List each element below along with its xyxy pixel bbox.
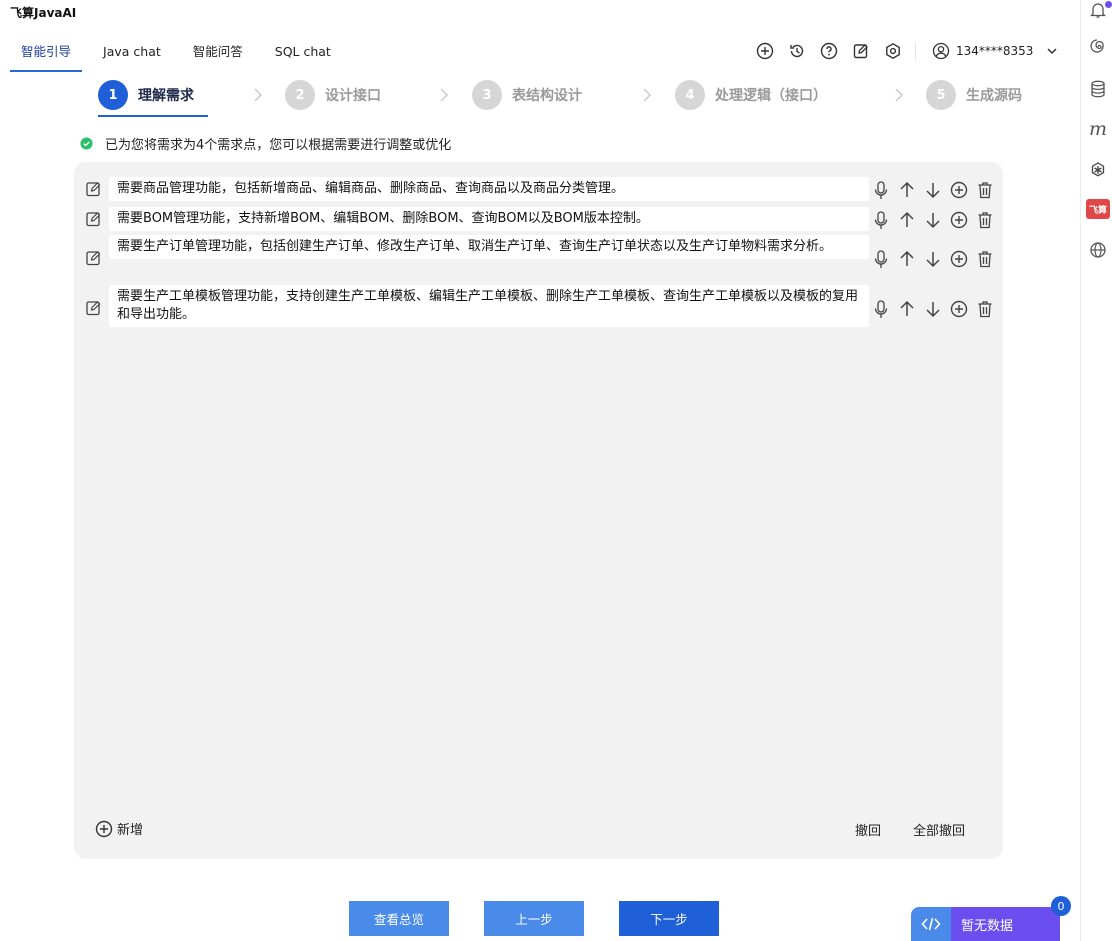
step-label: 处理逻辑（接口） <box>715 88 827 104</box>
main-window: 飞算JavaAI 智能引导 Java chat 智能问答 SQL chat 13… <box>0 0 1080 941</box>
step-number: 2 <box>285 80 315 110</box>
chevron-right-icon <box>254 88 262 102</box>
markdown-icon[interactable]: m <box>1088 118 1108 140</box>
add-circle-icon[interactable] <box>949 180 969 200</box>
step-label: 生成源码 <box>966 88 1022 104</box>
requirement-item: 需要商品管理功能，包括新增商品、编辑商品、删除商品、查询商品以及商品分类管理。 <box>74 177 1003 203</box>
edit-icon[interactable] <box>85 299 103 317</box>
tab-bar: 智能引导 Java chat 智能问答 SQL chat <box>10 36 352 72</box>
step-number: 4 <box>675 80 705 110</box>
history-icon[interactable] <box>787 41 807 61</box>
right-rail: m 飞算 <box>1080 0 1112 941</box>
arrow-down-icon[interactable] <box>923 249 943 269</box>
user-menu[interactable]: 134****8353 <box>932 42 1059 60</box>
code-float-button[interactable] <box>911 907 951 941</box>
requirement-item: 需要生产订单管理功能，包括创建生产订单、修改生产订单、取消生产订单、查询生产订单… <box>74 235 1003 281</box>
edit-icon[interactable] <box>85 210 103 228</box>
microphone-icon[interactable] <box>871 299 891 319</box>
step-3[interactable]: 3 表结构设计 <box>472 80 582 110</box>
active-step-underline <box>98 115 208 117</box>
help-icon[interactable] <box>819 41 839 61</box>
requirement-text[interactable]: 需要生产订单管理功能，包括创建生产订单、修改生产订单、取消生产订单、查询生产订单… <box>109 235 869 259</box>
delete-icon[interactable] <box>975 249 995 269</box>
toolbar: 134****8353 <box>755 41 1059 61</box>
tab-smart-guide[interactable]: 智能引导 <box>10 36 83 72</box>
arrow-up-icon[interactable] <box>897 299 917 319</box>
add-circle-icon[interactable] <box>755 41 775 61</box>
notice-text: 已为您将需求为4个需求点，您可以根据需要进行调整或优化 <box>105 138 452 153</box>
database-icon[interactable] <box>1088 79 1108 99</box>
openai-icon[interactable] <box>1088 160 1108 180</box>
arrow-down-icon[interactable] <box>923 180 943 200</box>
step-4[interactable]: 4 处理逻辑（接口） <box>675 80 827 110</box>
step-5[interactable]: 5 生成源码 <box>926 80 1022 110</box>
chevron-right-icon <box>440 88 448 102</box>
requirement-text[interactable]: 需要BOM管理功能，支持新增BOM、编辑BOM、删除BOM、查询BOM以及BOM… <box>109 207 869 231</box>
settings-icon[interactable] <box>883 41 903 61</box>
step-number: 1 <box>98 80 128 110</box>
requirement-item: 需要生产工单模板管理功能，支持创建生产工单模板、编辑生产工单模板、删除生产工单模… <box>74 285 1003 331</box>
user-phone: 134****8353 <box>956 44 1034 58</box>
next-step-button[interactable]: 下一步 <box>619 901 719 936</box>
microphone-icon[interactable] <box>871 180 891 200</box>
requirement-text[interactable]: 需要商品管理功能，包括新增商品、编辑商品、删除商品、查询商品以及商品分类管理。 <box>109 177 869 201</box>
arrow-up-icon[interactable] <box>897 249 917 269</box>
step-label: 设计接口 <box>325 88 381 104</box>
app-title: 飞算JavaAI <box>10 6 77 20</box>
requirement-text[interactable]: 需要生产工单模板管理功能，支持创建生产工单模板、编辑生产工单模板、删除生产工单模… <box>109 285 869 327</box>
requirements-panel: 需要商品管理功能，包括新增商品、编辑商品、删除商品、查询商品以及商品分类管理。 … <box>74 162 1003 859</box>
delete-icon[interactable] <box>975 210 995 230</box>
globe-icon[interactable] <box>1088 240 1108 260</box>
user-icon <box>932 42 950 60</box>
overview-button[interactable]: 查看总览 <box>349 901 449 936</box>
arrow-down-icon[interactable] <box>923 299 943 319</box>
chevron-right-icon <box>895 88 903 102</box>
arrow-up-icon[interactable] <box>897 210 917 230</box>
requirement-actions <box>871 249 1001 269</box>
edit-icon[interactable] <box>85 249 103 267</box>
tab-java-chat[interactable]: Java chat <box>92 36 172 72</box>
step-1[interactable]: 1 理解需求 <box>98 80 194 110</box>
add-circle-icon[interactable] <box>949 299 969 319</box>
chevron-down-icon <box>1047 48 1057 55</box>
add-circle-icon[interactable] <box>949 249 969 269</box>
step-label: 表结构设计 <box>512 88 582 104</box>
check-circle-icon <box>80 137 93 150</box>
step-indicator: 1 理解需求 2 设计接口 3 表结构设计 4 处理逻辑（接口） 5 生成源码 <box>0 72 1080 122</box>
add-circle-icon[interactable] <box>949 210 969 230</box>
step-number: 5 <box>926 80 956 110</box>
data-float-button[interactable]: 暂无数据 <box>951 907 1060 941</box>
count-badge: 0 <box>1051 896 1071 916</box>
requirement-actions <box>871 180 1001 200</box>
spiral-icon[interactable] <box>1088 37 1108 57</box>
tab-sql-chat[interactable]: SQL chat <box>264 36 342 72</box>
arrow-up-icon[interactable] <box>897 180 917 200</box>
undo-all-button[interactable]: 全部撤回 <box>913 820 965 839</box>
add-circle-icon <box>95 820 113 837</box>
delete-icon[interactable] <box>975 180 995 200</box>
requirement-actions <box>871 210 1001 230</box>
delete-icon[interactable] <box>975 299 995 319</box>
requirement-actions <box>871 299 1001 319</box>
step-number: 3 <box>472 80 502 110</box>
edit-icon[interactable] <box>85 180 103 198</box>
edit-icon[interactable] <box>851 41 871 61</box>
requirement-item: 需要BOM管理功能，支持新增BOM、编辑BOM、删除BOM、查询BOM以及BOM… <box>74 207 1003 233</box>
step-2[interactable]: 2 设计接口 <box>285 80 381 110</box>
step-label: 理解需求 <box>138 88 194 104</box>
code-icon <box>921 917 941 931</box>
undo-button[interactable]: 撤回 <box>855 820 881 839</box>
arrow-down-icon[interactable] <box>923 210 943 230</box>
add-requirement-button[interactable]: 新增 <box>95 819 143 838</box>
prev-step-button[interactable]: 上一步 <box>484 901 584 936</box>
status-notice: 已为您将需求为4个需求点，您可以根据需要进行调整或优化 <box>80 134 451 153</box>
add-label: 新增 <box>117 823 144 838</box>
feisuan-logo[interactable]: 飞算 <box>1086 199 1110 219</box>
toolbar-divider <box>915 42 916 60</box>
tab-smart-qa[interactable]: 智能问答 <box>182 36 254 72</box>
chevron-right-icon <box>643 88 651 102</box>
microphone-icon[interactable] <box>871 210 891 230</box>
notification-dot <box>1105 1 1112 8</box>
microphone-icon[interactable] <box>871 249 891 269</box>
